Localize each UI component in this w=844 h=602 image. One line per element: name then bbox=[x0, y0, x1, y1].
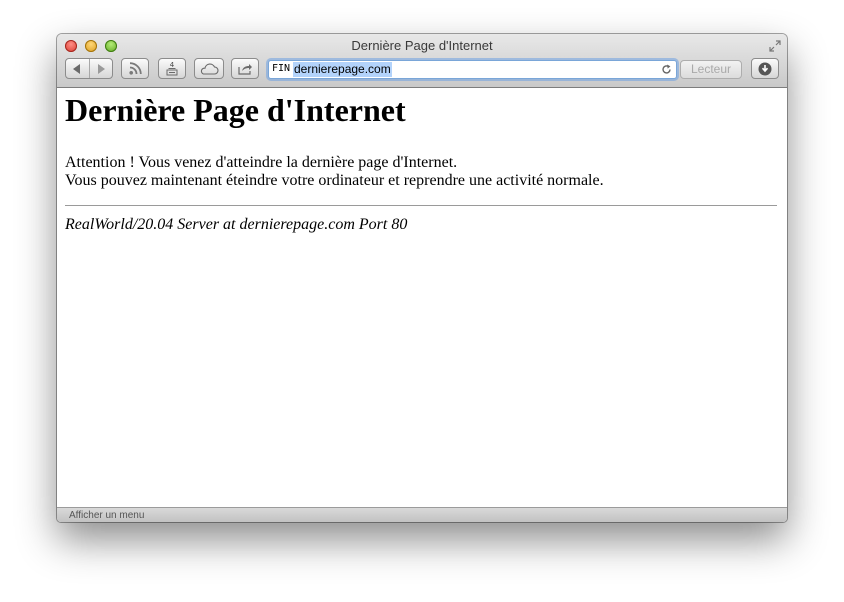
share-button[interactable] bbox=[231, 58, 259, 79]
reading-list-icon: 4 bbox=[166, 61, 178, 76]
status-text: Afficher un menu bbox=[69, 510, 145, 521]
rss-icon bbox=[128, 62, 142, 75]
icloud-icon bbox=[200, 62, 219, 75]
message-line-1: Attention ! Vous venez d'atteindre la de… bbox=[65, 154, 458, 171]
back-forward-buttons bbox=[65, 58, 113, 79]
svg-text:4: 4 bbox=[170, 61, 175, 69]
window-title: Dernière Page d'Internet bbox=[351, 38, 493, 53]
fullscreen-icon[interactable] bbox=[769, 39, 781, 52]
reader-button[interactable]: Lecteur bbox=[680, 60, 742, 79]
download-icon bbox=[758, 62, 772, 75]
page-heading: Dernière Page d'Internet bbox=[65, 92, 406, 128]
address-bar[interactable]: FIN dernierepage.com bbox=[268, 60, 677, 79]
forward-button[interactable] bbox=[88, 59, 113, 78]
browser-window: Dernière Page d'Internet 4 FIN dernierep… bbox=[57, 34, 787, 522]
reading-list-button[interactable]: 4 bbox=[158, 58, 186, 79]
share-icon bbox=[237, 63, 252, 75]
page-message: Attention ! Vous venez d'atteindre la de… bbox=[65, 154, 604, 190]
toolbar: Dernière Page d'Internet 4 FIN dernierep… bbox=[57, 34, 787, 88]
icloud-tabs-button[interactable] bbox=[194, 58, 224, 79]
back-button[interactable] bbox=[66, 59, 89, 78]
page-content: Dernière Page d'Internet Attention ! Vou… bbox=[57, 88, 787, 507]
forward-arrow-icon bbox=[97, 63, 105, 74]
divider bbox=[65, 205, 777, 206]
status-bar: Afficher un menu bbox=[57, 507, 787, 522]
back-arrow-icon bbox=[73, 63, 81, 74]
downloads-button[interactable] bbox=[751, 58, 779, 79]
address-url[interactable]: dernierepage.com bbox=[293, 62, 392, 77]
message-line-2: Vous pouvez maintenant éteindre votre or… bbox=[65, 172, 604, 189]
rss-button[interactable] bbox=[121, 58, 149, 79]
server-signature: RealWorld/20.04 Server at dernierepage.c… bbox=[65, 216, 408, 233]
reload-icon[interactable] bbox=[661, 64, 672, 75]
address-prefix: FIN bbox=[272, 63, 291, 74]
